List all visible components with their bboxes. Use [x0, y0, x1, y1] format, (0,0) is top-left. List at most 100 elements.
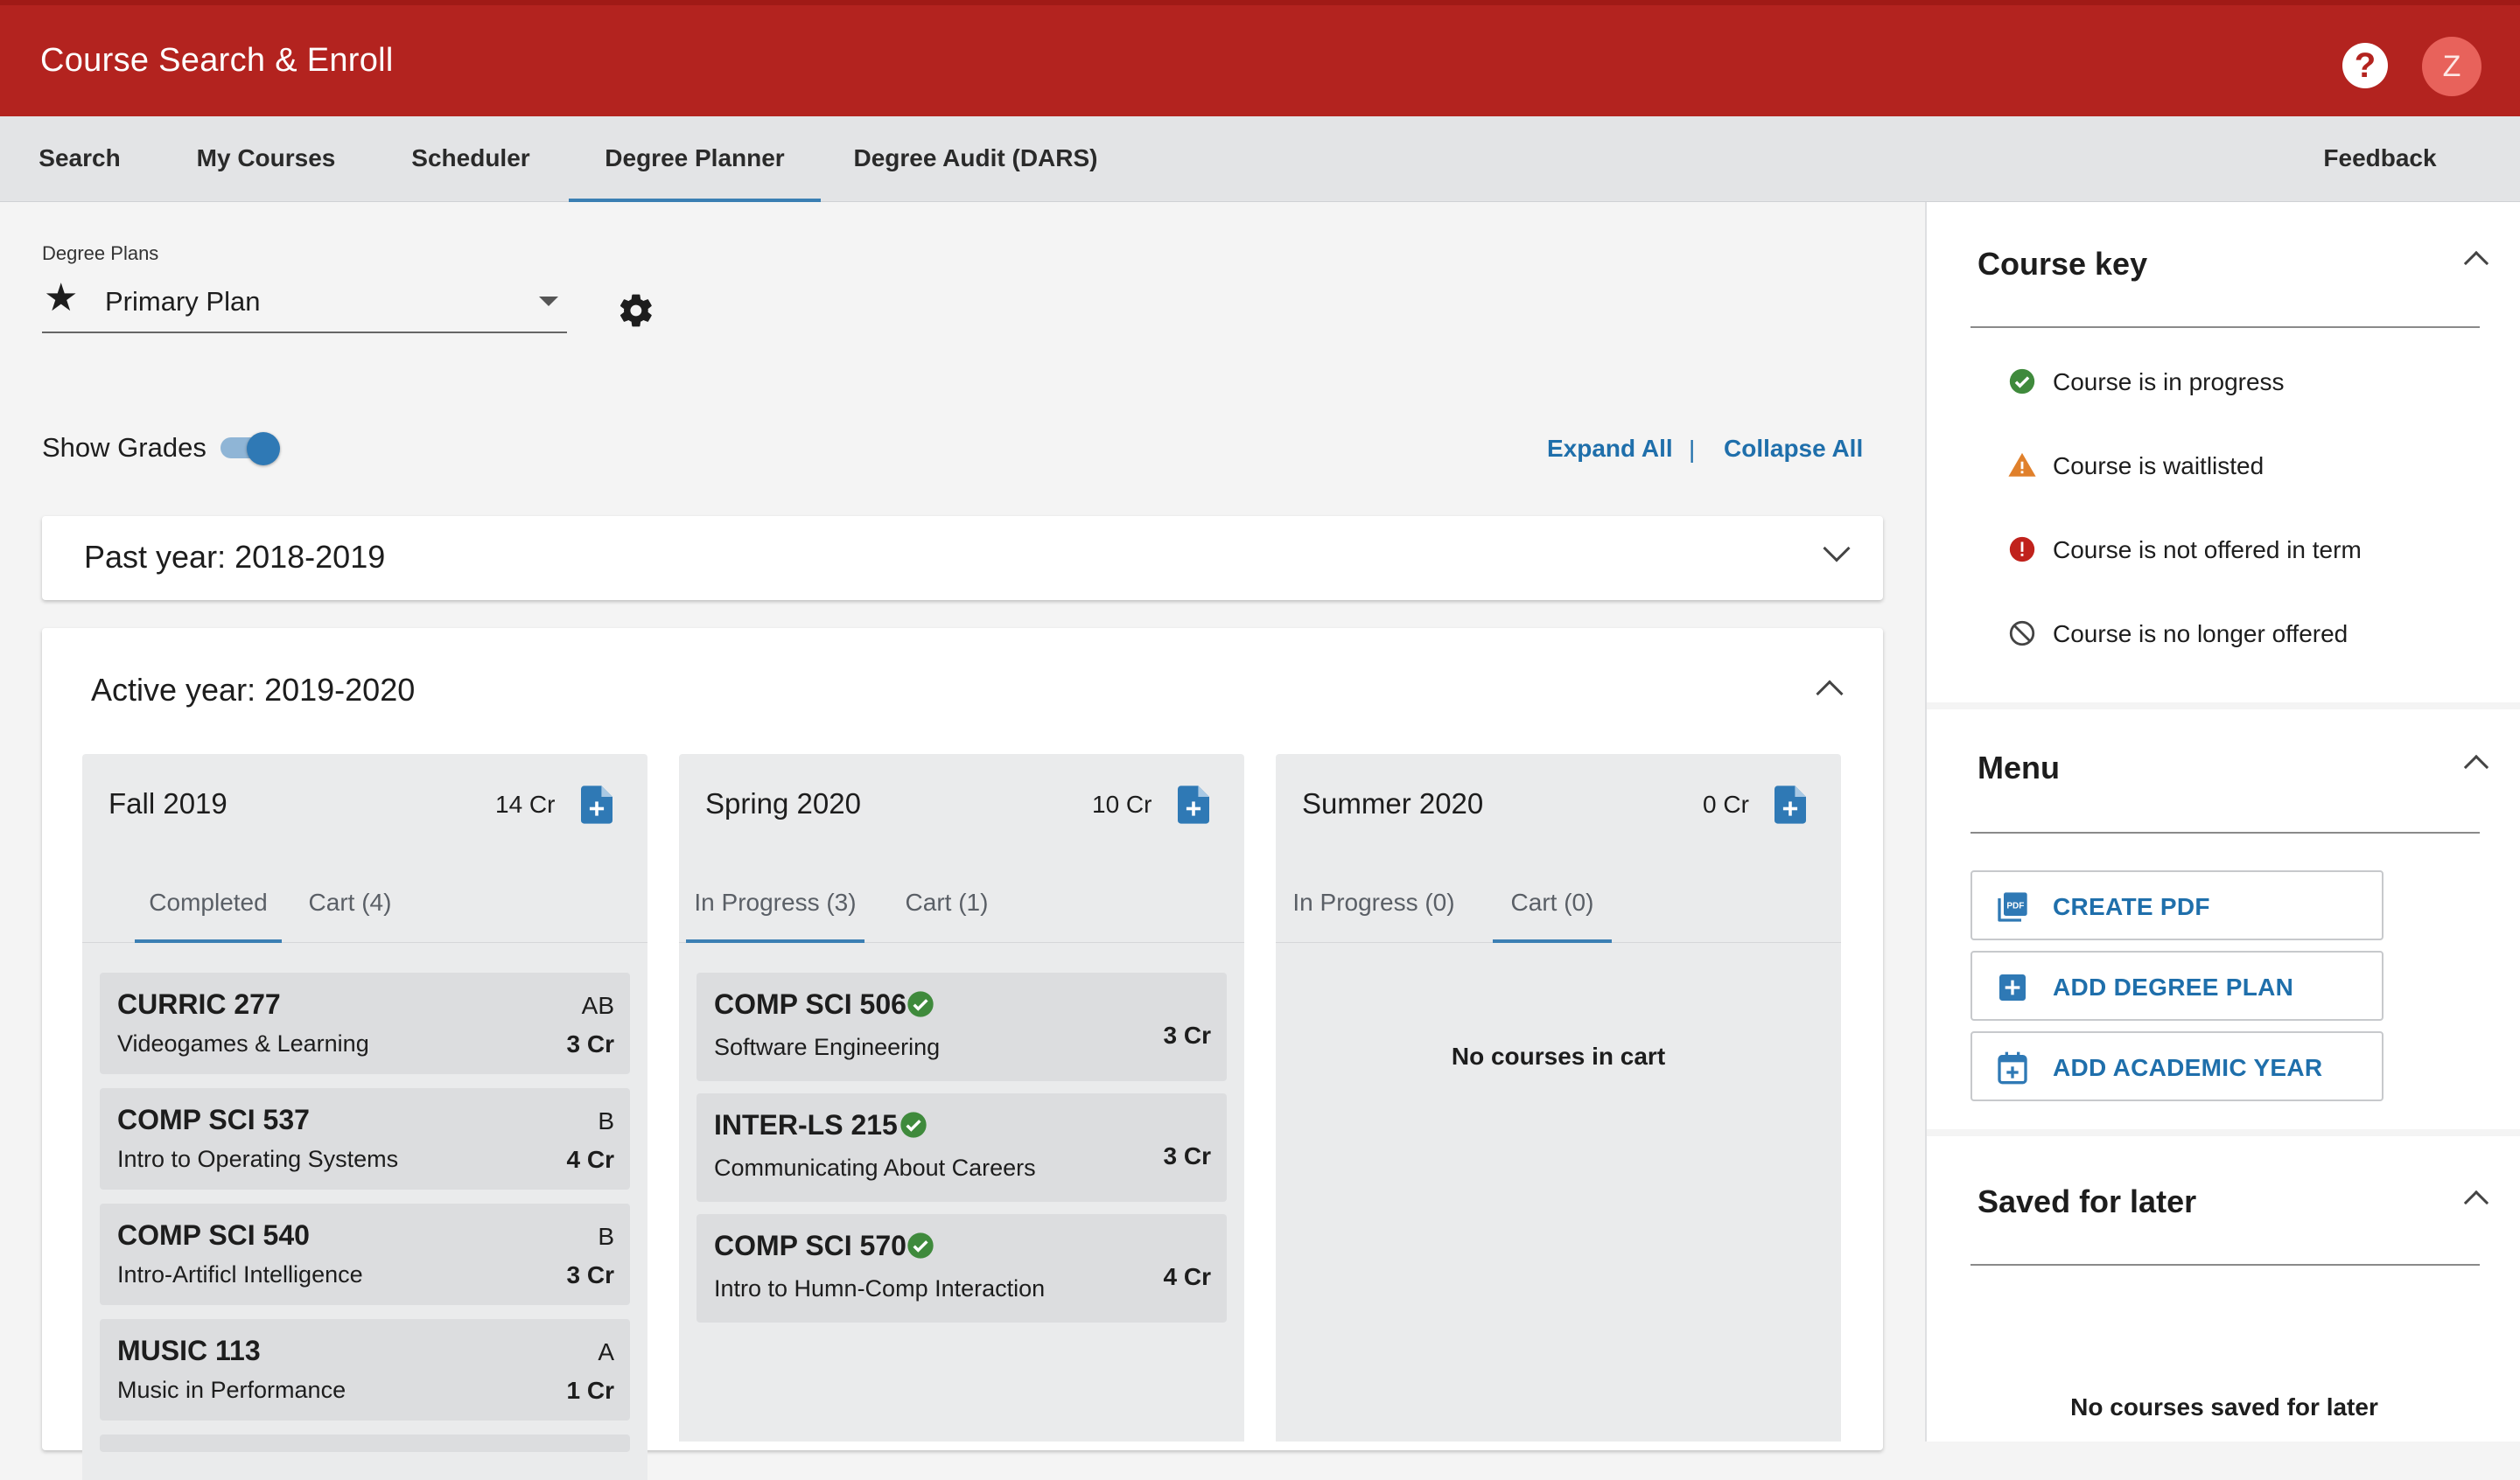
add-academic-year-button[interactable]: ADD ACADEMIC YEAR: [1970, 1031, 2384, 1101]
course-card[interactable]: COMP SCI 540 Intro-Artificl Intelligence…: [100, 1204, 630, 1305]
tab-cart[interactable]: Cart (1): [900, 859, 994, 943]
course-credits: 3 Cr: [566, 1030, 614, 1058]
past-year-panel[interactable]: Past year: 2018-2019: [42, 516, 1883, 600]
course-credits: 3 Cr: [1163, 1022, 1211, 1049]
check-circle-icon: [2009, 368, 2035, 394]
menu-button-label: CREATE PDF: [2053, 893, 2210, 920]
chevron-down-icon[interactable]: [1823, 534, 1851, 562]
term-credits: 10 Cr: [1092, 791, 1152, 818]
divider: [1970, 832, 2480, 834]
collapse-all-link[interactable]: Collapse All: [1724, 435, 1863, 463]
link-separator: |: [1689, 436, 1696, 463]
toggle-knob: [247, 432, 280, 465]
check-circle-icon: [907, 991, 934, 1017]
term-card-fall-2019: Fall 2019 14 Cr Completed (5) Cart (4) C…: [82, 754, 648, 1452]
course-code: COMP SCI 540: [117, 1219, 310, 1251]
term-subtabs: Completed (5) Cart (4): [82, 859, 648, 1003]
right-sidebar: Course key Course is in progress Course …: [1925, 202, 2520, 1442]
term-credits: 0 Cr: [1703, 791, 1749, 818]
course-code: COMP SCI 506: [714, 988, 906, 1020]
course-code: COMP SCI 537: [117, 1104, 310, 1135]
chevron-up-icon[interactable]: [2463, 1190, 2489, 1216]
block-icon: [2009, 620, 2035, 646]
menu-panel: Menu PDF CREATE PDF ADD DEGREE PLAN ADD …: [1927, 709, 2520, 1129]
add-course-note-icon[interactable]: [1178, 785, 1209, 824]
tab-degree-planner[interactable]: Degree Planner: [569, 116, 821, 202]
warning-icon: [2008, 452, 2036, 477]
create-pdf-button[interactable]: PDF CREATE PDF: [1970, 870, 2384, 940]
key-label: Course is waitlisted: [2053, 452, 2264, 479]
saved-for-later-panel: Saved for later No courses saved for lat…: [1927, 1136, 2520, 1442]
main-nav: Search My Courses Scheduler Degree Plann…: [0, 116, 2520, 202]
tab-cart[interactable]: Cart (0): [1493, 859, 1612, 943]
degree-plans-label: Degree Plans: [42, 242, 159, 264]
add-box-icon: [1999, 974, 2026, 1001]
term-name: Fall 2019: [108, 787, 228, 820]
star-icon: ★: [44, 276, 79, 319]
course-card[interactable]: COMP SCI 537 Intro to Operating Systems …: [100, 1088, 630, 1190]
tab-in-progress[interactable]: In Progress (3): [686, 859, 864, 943]
course-title: Software Engineering: [714, 1034, 941, 1060]
show-grades-label: Show Grades: [42, 432, 206, 463]
chevron-up-icon[interactable]: [2463, 754, 2489, 780]
app-header: Course Search & Enroll ? Z: [0, 0, 2520, 116]
add-course-note-icon[interactable]: [1774, 785, 1806, 824]
saved-for-later-title: Saved for later: [1978, 1183, 2197, 1219]
tab-my-courses[interactable]: My Courses: [180, 116, 352, 202]
menu-button-label: ADD ACADEMIC YEAR: [2053, 1054, 2323, 1081]
term-subtabs: In Progress (0) Cart (0): [1276, 859, 1841, 943]
course-code: COMP SCI 570: [714, 1230, 906, 1261]
course-card[interactable]: COMP SCI 570 Intro to Humn-Comp Interact…: [696, 1214, 1227, 1323]
course-title: Intro to Operating Systems: [117, 1146, 399, 1172]
active-year-title: Active year: 2019-2020: [91, 672, 416, 708]
course-card[interactable]: COMP SCI 506 Software Engineering 3 Cr: [696, 973, 1227, 1081]
course-card[interactable]: MUSIC 113 Music in Performance A 1 Cr: [100, 1319, 630, 1421]
help-icon[interactable]: ?: [2342, 43, 2388, 88]
term-card-summer-2020: Summer 2020 0 Cr In Progress (0) Cart (0…: [1276, 754, 1841, 1442]
past-year-title: Past year: 2018-2019: [84, 539, 386, 575]
key-label: Course is no longer offered: [2053, 620, 2348, 647]
course-card[interactable]: [100, 1435, 630, 1452]
course-title: Communicating About Careers: [714, 1155, 1036, 1181]
divider: [1970, 1264, 2480, 1266]
show-grades-toggle[interactable]: [220, 432, 285, 465]
course-credits: 3 Cr: [566, 1261, 614, 1288]
course-title: Music in Performance: [117, 1377, 346, 1403]
course-code: MUSIC 113: [117, 1335, 261, 1366]
course-code: INTER-LS 215: [714, 1109, 898, 1141]
course-key-panel: Course key Course is in progress Course …: [1927, 202, 2520, 702]
tab-in-progress[interactable]: In Progress (0): [1284, 859, 1463, 943]
chevron-up-icon[interactable]: [1816, 680, 1844, 708]
term-name: Spring 2020: [705, 787, 861, 820]
empty-cart-message: No courses in cart: [1451, 1043, 1666, 1070]
app-title[interactable]: Course Search & Enroll: [40, 42, 394, 80]
tab-cart[interactable]: Cart (4): [303, 859, 397, 943]
course-grade: B: [598, 1223, 614, 1250]
chevron-up-icon[interactable]: [2463, 250, 2489, 276]
menu-title: Menu: [1978, 750, 2060, 785]
avatar[interactable]: Z: [2422, 37, 2482, 96]
tab-scheduler[interactable]: Scheduler: [394, 116, 548, 202]
course-card[interactable]: INTER-LS 215 Communicating About Careers…: [696, 1093, 1227, 1202]
tab-completed[interactable]: Completed (5): [135, 859, 282, 1003]
course-key-title: Course key: [1978, 246, 2148, 282]
tab-degree-audit[interactable]: Degree Audit (DARS): [842, 116, 1110, 202]
tab-search[interactable]: Search: [23, 116, 136, 202]
gear-icon[interactable]: [617, 291, 655, 330]
course-credits: 4 Cr: [566, 1146, 614, 1173]
degree-plan-select[interactable]: ★ Primary Plan: [42, 272, 567, 333]
term-subtabs: In Progress (3) Cart (1): [679, 859, 1244, 943]
expand-all-link[interactable]: Expand All: [1547, 435, 1673, 463]
dropdown-caret-icon: [539, 297, 558, 306]
add-degree-plan-button[interactable]: ADD DEGREE PLAN: [1970, 951, 2384, 1021]
course-title: Intro to Humn-Comp Interaction: [714, 1275, 1046, 1302]
course-grade: AB: [581, 992, 614, 1019]
key-label: Course is in progress: [2053, 368, 2285, 395]
key-label: Course is not offered in term: [2053, 536, 2362, 563]
term-card-spring-2020: Spring 2020 10 Cr In Progress (3) Cart (…: [679, 754, 1244, 1442]
add-course-note-icon[interactable]: [581, 785, 612, 824]
feedback-link[interactable]: Feedback: [2310, 116, 2450, 202]
course-card[interactable]: CURRIC 277 Videogames & Learning AB 3 Cr: [100, 973, 630, 1074]
course-credits: 4 Cr: [1163, 1263, 1211, 1290]
course-credits: 3 Cr: [1163, 1142, 1211, 1169]
